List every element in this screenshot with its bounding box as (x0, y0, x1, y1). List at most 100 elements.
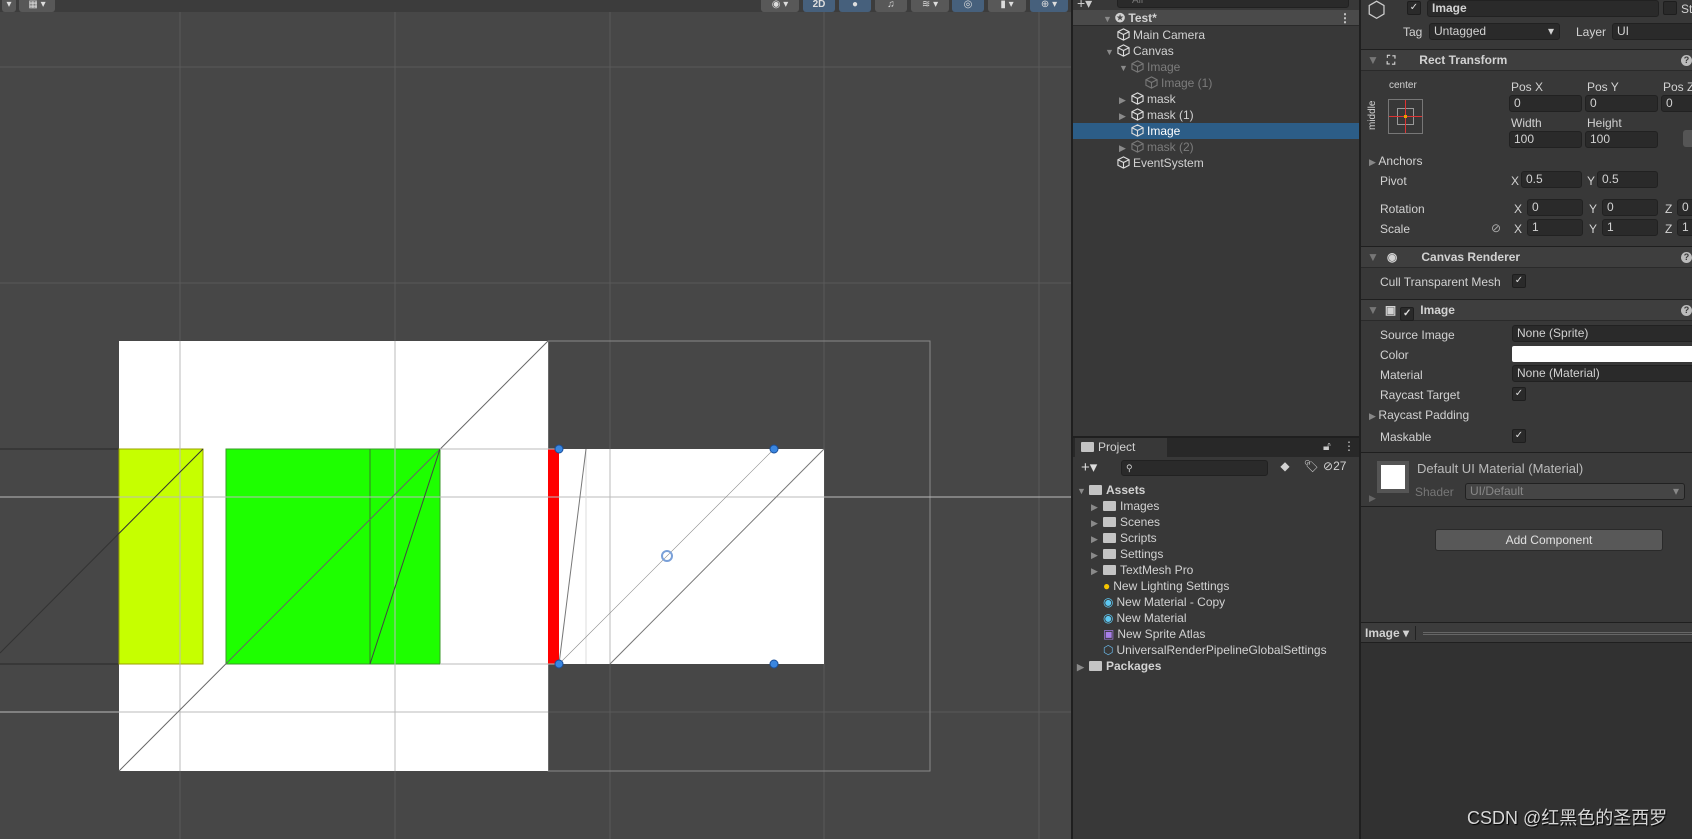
shading-mode-button[interactable]: ◉ ▾ (761, 0, 799, 12)
pivot-y-input[interactable]: 0.5 (1597, 171, 1658, 188)
hierarchy-item[interactable]: Image (1) (1073, 75, 1359, 91)
expand-arrow-icon[interactable]: ▶ (1091, 547, 1103, 563)
effects-toggle-icon[interactable]: ≋ ▾ (911, 0, 949, 12)
constrain-proportions-icon[interactable]: ⊘ (1491, 221, 1501, 235)
rect-transform-header[interactable]: ▼ ⛶ Rect Transform? (1361, 49, 1692, 71)
shader-dropdown[interactable]: UI/Default ▾ (1465, 483, 1685, 500)
expand-arrow-icon[interactable]: ▶ (1119, 108, 1131, 124)
grid-menu-button[interactable]: ▦ ▾ (19, 0, 55, 12)
raw-edit-button[interactable] (1683, 130, 1692, 147)
red-bar[interactable] (548, 449, 559, 664)
hierarchy-item[interactable]: ▶ mask (1073, 91, 1359, 107)
width-input[interactable]: 100 (1509, 131, 1582, 148)
create-asset-button[interactable]: +▾ (1081, 458, 1097, 476)
help-icon[interactable]: ? (1681, 252, 1692, 263)
hierarchy-search-input[interactable]: All (1117, 0, 1349, 8)
material-field[interactable]: None (Material) (1512, 365, 1692, 382)
hidden-packages-count[interactable]: ⊘27 (1323, 459, 1359, 476)
camera-settings-icon[interactable]: ▮ ▾ (988, 0, 1026, 12)
material-thumbnail[interactable] (1377, 461, 1409, 493)
image-component-header[interactable]: ▼ ▣ ✓ Image? (1361, 299, 1692, 321)
expand-arrow-icon[interactable]: ▶ (1369, 493, 1376, 504)
raycast-padding-foldout[interactable]: ▶ Raycast Padding (1369, 408, 1469, 422)
pos-z-input[interactable]: 0 (1661, 95, 1692, 112)
collapse-arrow-icon[interactable]: ▼ (1361, 53, 1387, 67)
anchors-foldout[interactable]: ▶ Anchors (1369, 154, 1422, 168)
expand-arrow-icon[interactable]: ▼ (1077, 483, 1089, 499)
asset-item[interactable]: ⬡ UniversalRenderPipelineGlobalSettings (1103, 642, 1327, 658)
asset-item[interactable]: ▶ Scripts (1091, 530, 1157, 546)
scene-visibility-icon[interactable]: ◎ (952, 0, 984, 12)
search-by-label-icon[interactable]: 🏷︎ (1300, 459, 1322, 476)
asset-item[interactable]: ▶ TextMesh Pro (1091, 562, 1193, 578)
hierarchy-item[interactable]: EventSystem (1073, 155, 1359, 171)
expand-arrow-icon[interactable]: ▶ (1077, 659, 1089, 675)
preview-dropdown[interactable]: Image ▾ (1365, 626, 1417, 640)
static-checkbox[interactable] (1663, 1, 1677, 15)
packages-folder[interactable]: ▶ Packages (1077, 658, 1161, 674)
lock-icon[interactable]: 🔓︎ (1323, 439, 1331, 454)
hierarchy-item[interactable]: ▶ mask (2) (1073, 139, 1359, 155)
asset-item[interactable]: ● New Lighting Settings (1103, 578, 1229, 594)
raycast-target-checkbox[interactable]: ✓ (1512, 387, 1526, 401)
search-by-type-icon[interactable]: ◆ (1274, 459, 1296, 476)
scale-y-input[interactable]: 1 (1602, 219, 1658, 236)
help-icon[interactable]: ? (1681, 305, 1692, 316)
scale-z-input[interactable]: 1 (1677, 219, 1692, 236)
collapse-arrow-icon[interactable]: ▼ (1361, 303, 1385, 317)
anchor-presets-button[interactable] (1388, 99, 1423, 134)
pos-x-input[interactable]: 0 (1509, 95, 1582, 112)
hierarchy-item[interactable]: Image (1073, 123, 1359, 139)
hierarchy-item[interactable]: ▼ Canvas (1073, 43, 1359, 59)
canvas-renderer-header[interactable]: ▼ ◉ Canvas Renderer? (1361, 246, 1692, 268)
asset-item[interactable]: ▶ Images (1091, 498, 1159, 514)
add-object-button[interactable]: +▾ (1077, 0, 1095, 10)
tool-dropdown-icon[interactable]: ▾ (2, 0, 16, 12)
rotation-y-input[interactable]: 0 (1602, 199, 1658, 216)
layer-dropdown[interactable]: UI (1612, 23, 1692, 40)
component-enabled-checkbox[interactable]: ✓ (1400, 307, 1415, 321)
scale-x-input[interactable]: 1 (1527, 219, 1583, 236)
hierarchy-item[interactable]: ▼ Image (1073, 59, 1359, 75)
rotation-x-input[interactable]: 0 (1527, 199, 1583, 216)
toggle-2d-button[interactable]: 2D (803, 0, 835, 12)
scene-canvas[interactable] (0, 0, 1071, 839)
hierarchy-item[interactable]: ▶ mask (1) (1073, 107, 1359, 123)
height-input[interactable]: 100 (1585, 131, 1658, 148)
rotation-z-input[interactable]: 0 (1677, 199, 1692, 216)
expand-arrow-icon[interactable]: ▶ (1091, 531, 1103, 547)
white-image-selected[interactable] (559, 449, 824, 664)
asset-item[interactable]: ▶ Settings (1091, 546, 1163, 562)
tag-dropdown[interactable]: Untagged ▾ (1429, 23, 1560, 40)
expand-arrow-icon[interactable]: ▼ (1103, 11, 1115, 27)
tab-project[interactable]: Project (1075, 438, 1167, 457)
object-name-input[interactable]: Image (1427, 0, 1659, 17)
asset-item[interactable]: ◉ New Material - Copy (1103, 594, 1225, 610)
maskable-checkbox[interactable]: ✓ (1512, 429, 1526, 443)
scene-header[interactable]: ▼ ✪ Test* ⋮ (1073, 10, 1359, 26)
audio-toggle-icon[interactable]: ♫ (875, 0, 907, 12)
help-icon[interactable]: ? (1681, 55, 1692, 66)
gizmos-button[interactable]: ⊕ ▾ (1030, 0, 1068, 12)
cull-checkbox[interactable]: ✓ (1512, 274, 1526, 288)
add-component-button[interactable]: Add Component (1435, 529, 1663, 551)
lighting-toggle-icon[interactable]: ● (839, 0, 871, 12)
expand-arrow-icon[interactable]: ▶ (1119, 140, 1131, 156)
asset-item[interactable]: ▣ New Sprite Atlas (1103, 626, 1205, 642)
assets-folder[interactable]: ▼ Assets (1077, 482, 1145, 498)
more-options-icon[interactable]: ⋮ (1339, 10, 1351, 26)
pivot-x-input[interactable]: 0.5 (1521, 171, 1582, 188)
project-search-input[interactable]: ⚲ (1121, 460, 1268, 476)
hierarchy-item[interactable]: Main Camera (1073, 27, 1359, 43)
active-checkbox[interactable]: ✓ (1407, 1, 1421, 15)
color-swatch[interactable] (1512, 346, 1692, 362)
expand-arrow-icon[interactable]: ▶ (1091, 499, 1103, 515)
collapse-arrow-icon[interactable]: ▼ (1361, 250, 1387, 264)
expand-arrow-icon[interactable]: ▼ (1119, 60, 1131, 76)
expand-arrow-icon[interactable]: ▶ (1119, 92, 1131, 108)
expand-arrow-icon[interactable]: ▶ (1091, 515, 1103, 531)
yellow-image[interactable] (118, 448, 204, 665)
expand-arrow-icon[interactable]: ▶ (1091, 563, 1103, 579)
scene-view[interactable]: ▾ ▦ ▾ ◉ ▾ 2D ● ♫ ≋ ▾ ◎ ▮ ▾ ⊕ ▾ (0, 0, 1071, 839)
preview-resize-handle[interactable] (1423, 632, 1692, 635)
